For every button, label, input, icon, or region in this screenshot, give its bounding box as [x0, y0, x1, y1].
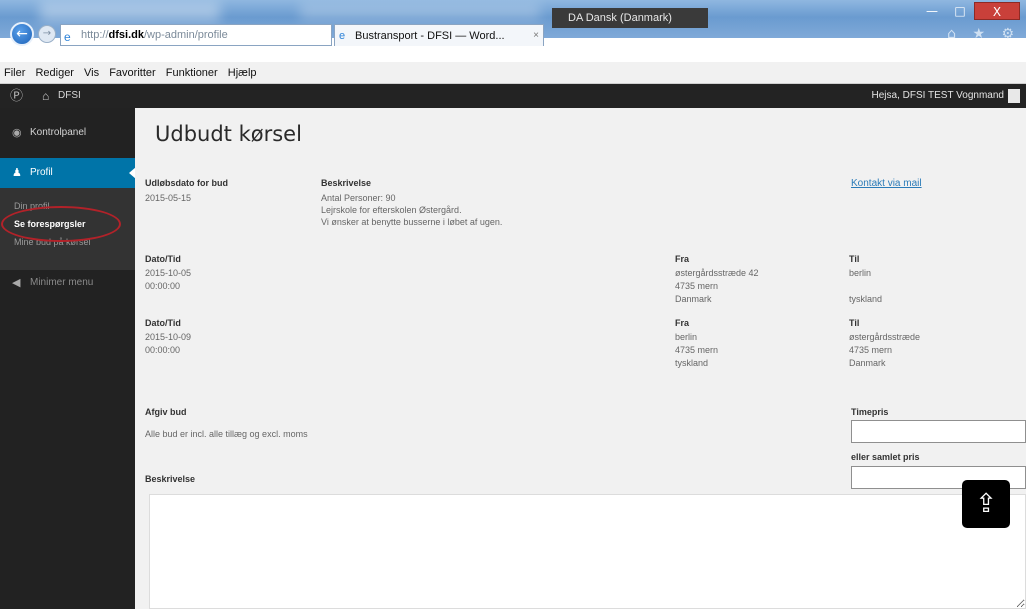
trip-from-line: 4735 mern	[675, 281, 719, 291]
description-line: Antal Personer: 90	[321, 193, 396, 203]
page-title: Udbudt kørsel	[155, 122, 302, 146]
maximize-button[interactable]: □	[946, 2, 974, 20]
trip-time: 00:00:00	[145, 345, 181, 355]
browser-tab[interactable]: e Bustransport - DFSI — Word... ×	[334, 24, 544, 46]
main-content: Udbudt kørsel Udløbsdato for bud 2015-05…	[135, 108, 1026, 609]
titlebar-glow	[40, 2, 220, 22]
collapse-icon: ◀	[12, 277, 21, 289]
window-controls: — □ X	[918, 2, 1020, 20]
close-window-button[interactable]: X	[974, 2, 1020, 20]
home-icon[interactable]: ⌂	[42, 84, 49, 108]
trip-from-label: Fra	[675, 254, 690, 264]
menu-funktioner[interactable]: Funktioner	[166, 67, 218, 79]
highlight-annotation	[1, 206, 121, 242]
sidebar-item-profil[interactable]: ♟ Profil	[0, 158, 136, 188]
trip-from-label: Fra	[675, 318, 690, 328]
language-indicator[interactable]: DA Dansk (Danmark)	[552, 8, 708, 28]
howdy-user-link[interactable]: Hejsa, DFSI TEST Vognmand	[872, 84, 1004, 108]
trip-to-line: østergårdsstræde	[849, 332, 921, 342]
trip-from-line: østergårdsstræde 42	[675, 268, 759, 278]
trip-date-label: Dato/Tid	[145, 254, 181, 264]
trip-date: 2015-10-09	[145, 332, 192, 342]
back-button[interactable]: ←	[10, 22, 34, 46]
deadline-value: 2015-05-15	[145, 193, 192, 203]
dashboard-icon: ◉	[12, 127, 22, 139]
titlebar-glow	[300, 4, 540, 20]
tab-close-icon[interactable]: ×	[533, 25, 539, 46]
bid-description-label: Beskrivelse	[145, 474, 196, 484]
menu-hjaelp[interactable]: Hjælp	[228, 67, 257, 79]
admin-sidebar: ◉ Kontrolpanel ♟ Profil Din profil Se fo…	[0, 108, 136, 609]
description-line: Vi ønsker at benytte busserne i løbet af…	[321, 217, 503, 227]
trip-from-line: Danmark	[675, 294, 712, 304]
collapse-menu-button[interactable]: ◀ Minimer menu	[0, 268, 135, 298]
home-favorites-settings-icon[interactable]: ⌂ ★ ⚙	[947, 26, 1020, 42]
hourly-price-input[interactable]	[851, 420, 1026, 443]
minimize-button[interactable]: —	[918, 2, 946, 20]
trip-time: 00:00:00	[145, 281, 181, 291]
wordpress-logo-icon[interactable]: Ⓟ	[10, 84, 23, 108]
site-name-link[interactable]: DFSI	[58, 84, 81, 108]
menu-filer[interactable]: Filer	[4, 67, 25, 79]
bid-description-textarea[interactable]	[149, 494, 1026, 609]
hourly-price-label: Timepris	[851, 407, 889, 417]
trip-date-label: Dato/Tid	[145, 318, 181, 328]
trip-to-line: Danmark	[849, 358, 886, 368]
forward-button[interactable]: →	[38, 25, 56, 43]
bid-note: Alle bud er incl. alle tillæg og excl. m…	[145, 429, 308, 439]
scroll-to-top-icon[interactable]: ⇪	[962, 480, 1010, 528]
description-line: Lejrskole for efterskolen Østergård.	[321, 205, 462, 215]
total-price-label: eller samlet pris	[851, 452, 920, 462]
trip-from-line: berlin	[675, 332, 698, 342]
bid-label: Afgiv bud	[145, 407, 187, 417]
admin-bar: Ⓟ ⌂ DFSI Hejsa, DFSI TEST Vognmand	[0, 84, 1026, 108]
menu-favoritter[interactable]: Favoritter	[109, 67, 155, 79]
trip-to-line: tyskland	[849, 294, 883, 304]
sidebar-item-kontrolpanel[interactable]: ◉ Kontrolpanel	[0, 118, 135, 148]
tab-title: Bustransport - DFSI — Word...	[355, 30, 505, 42]
trip-from-line: tyskland	[675, 358, 709, 368]
ie-icon: e	[64, 30, 71, 44]
trip-date: 2015-10-05	[145, 268, 192, 278]
description-label: Beskrivelse	[321, 178, 372, 188]
contact-mail-link[interactable]: Kontakt via mail	[851, 178, 922, 189]
trip-to-label: Til	[849, 318, 860, 328]
menu-rediger[interactable]: Rediger	[35, 67, 74, 79]
trip-to-line: 4735 mern	[849, 345, 893, 355]
avatar[interactable]	[1008, 89, 1020, 103]
trip-to-label: Til	[849, 254, 860, 264]
menubar: Filer Rediger Vis Favoritter Funktioner …	[0, 62, 1026, 84]
trip-from-line: 4735 mern	[675, 345, 719, 355]
address-bar[interactable]: e http://dfsi.dk/wp-admin/profile ⌕ ▾ ↻	[60, 24, 332, 46]
ie-icon: e	[339, 30, 346, 42]
user-icon: ♟	[12, 167, 22, 179]
trip-to-line: berlin	[849, 268, 872, 278]
menu-vis[interactable]: Vis	[84, 67, 99, 79]
deadline-label: Udløbsdato for bud	[145, 178, 228, 188]
